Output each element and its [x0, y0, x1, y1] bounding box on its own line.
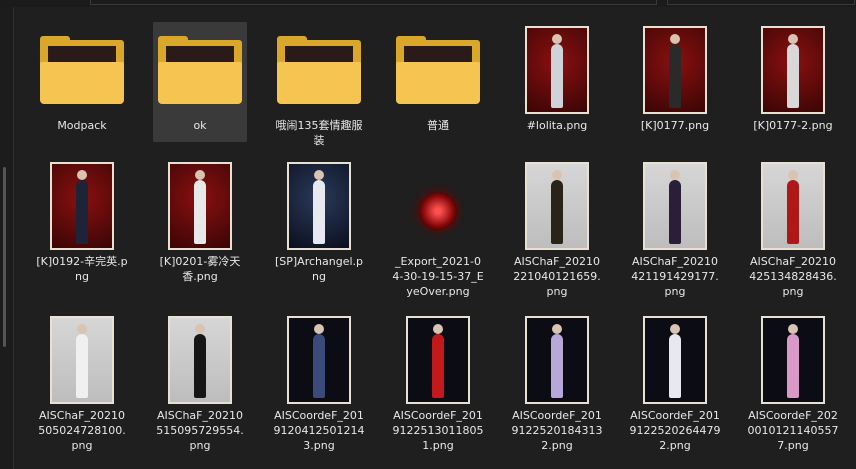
file-item[interactable]: [K]0201-雾冷天香.png	[153, 158, 247, 284]
file-item[interactable]: AISCoordeF_20200101211405577.png	[746, 312, 840, 453]
image-thumbnail	[746, 22, 840, 118]
file-name-label: AISCoordeF_20191225201843132.png	[511, 409, 603, 452]
image-thumbnail	[746, 158, 840, 254]
file-name-label: [K]0177.png	[640, 119, 710, 132]
file-item[interactable]: [K]0177-2.png	[746, 22, 840, 133]
file-name-label: [K]0201-雾冷天香.png	[159, 255, 241, 283]
image-thumbnail	[628, 158, 722, 254]
file-item[interactable]: _Export_2021-04-30-19-15-37_EyeOver.png	[391, 158, 485, 299]
file-item[interactable]: AISCoordeF_20191225201843132.png	[510, 312, 604, 453]
file-name-label: AISChaF_20210515095729554.png	[156, 409, 244, 452]
image-thumbnail	[153, 312, 247, 408]
folder-item[interactable]: 哦闹135套情趣服装	[272, 22, 366, 148]
image-thumbnail	[510, 158, 604, 254]
file-item[interactable]: AISCoordeF_20191204125012143.png	[272, 312, 366, 453]
image-thumbnail	[153, 158, 247, 254]
image-thumbnail	[391, 158, 485, 254]
file-item[interactable]: AISChaF_20210515095729554.png	[153, 312, 247, 453]
folder-icon	[391, 22, 485, 118]
file-name-label: ok	[193, 119, 207, 132]
file-name-label: AISChaF_20210425134828436.png	[749, 255, 837, 298]
file-grid: Modpack ok 哦闹135套情趣服装 普通 #lolita.png [K]0177.…	[0, 0, 856, 469]
folder-icon	[272, 22, 366, 118]
file-name-label: [SP]Archangel.png	[274, 255, 364, 283]
folder-item[interactable]: Modpack	[35, 22, 129, 133]
file-name-label: Modpack	[57, 119, 107, 132]
image-thumbnail	[35, 158, 129, 254]
image-thumbnail	[628, 22, 722, 118]
file-item[interactable]: AISChaF_20210421191429177.png	[628, 158, 722, 299]
file-name-label: #lolita.png	[526, 119, 588, 132]
image-thumbnail	[272, 312, 366, 408]
file-name-label: AISChaF_20210421191429177.png	[631, 255, 719, 298]
file-name-label: AISCoordeF_20191225130118051.png	[392, 409, 484, 452]
file-name-label: 普通	[427, 119, 449, 132]
file-item[interactable]: AISChaF_20210425134828436.png	[746, 158, 840, 299]
file-name-label: AISChaF_20210505024728100.png	[38, 409, 126, 452]
image-thumbnail	[510, 312, 604, 408]
file-item[interactable]: AISChaF_20210221040121659.png	[510, 158, 604, 299]
file-item[interactable]: [SP]Archangel.png	[272, 158, 366, 284]
file-name-label: AISCoordeF_20200101211405577.png	[747, 409, 839, 452]
file-name-label: AISChaF_20210221040121659.png	[513, 255, 601, 298]
file-name-label: 哦闹135套情趣服装	[275, 119, 363, 147]
image-thumbnail	[746, 312, 840, 408]
folder-item[interactable]: ok	[153, 22, 247, 142]
file-name-label: _Export_2021-04-30-19-15-37_EyeOver.png	[392, 255, 484, 298]
file-item[interactable]: AISCoordeF_20191225130118051.png	[391, 312, 485, 453]
file-name-label: [K]0177-2.png	[753, 119, 833, 132]
folder-item[interactable]: 普通	[391, 22, 485, 133]
file-name-label: [K]0192-辛完英.png	[36, 255, 128, 283]
image-thumbnail	[628, 312, 722, 408]
file-name-label: AISCoordeF_20191225202644792.png	[629, 409, 721, 452]
file-item[interactable]: #lolita.png	[510, 22, 604, 133]
image-thumbnail	[272, 158, 366, 254]
folder-icon	[35, 22, 129, 118]
file-item[interactable]: AISChaF_20210505024728100.png	[35, 312, 129, 453]
image-thumbnail	[391, 312, 485, 408]
file-name-label: AISCoordeF_20191204125012143.png	[273, 409, 365, 452]
file-item[interactable]: AISCoordeF_20191225202644792.png	[628, 312, 722, 453]
file-item[interactable]: [K]0177.png	[628, 22, 722, 133]
image-thumbnail	[510, 22, 604, 118]
file-item[interactable]: [K]0192-辛完英.png	[35, 158, 129, 284]
image-thumbnail	[35, 312, 129, 408]
folder-icon	[153, 22, 247, 118]
